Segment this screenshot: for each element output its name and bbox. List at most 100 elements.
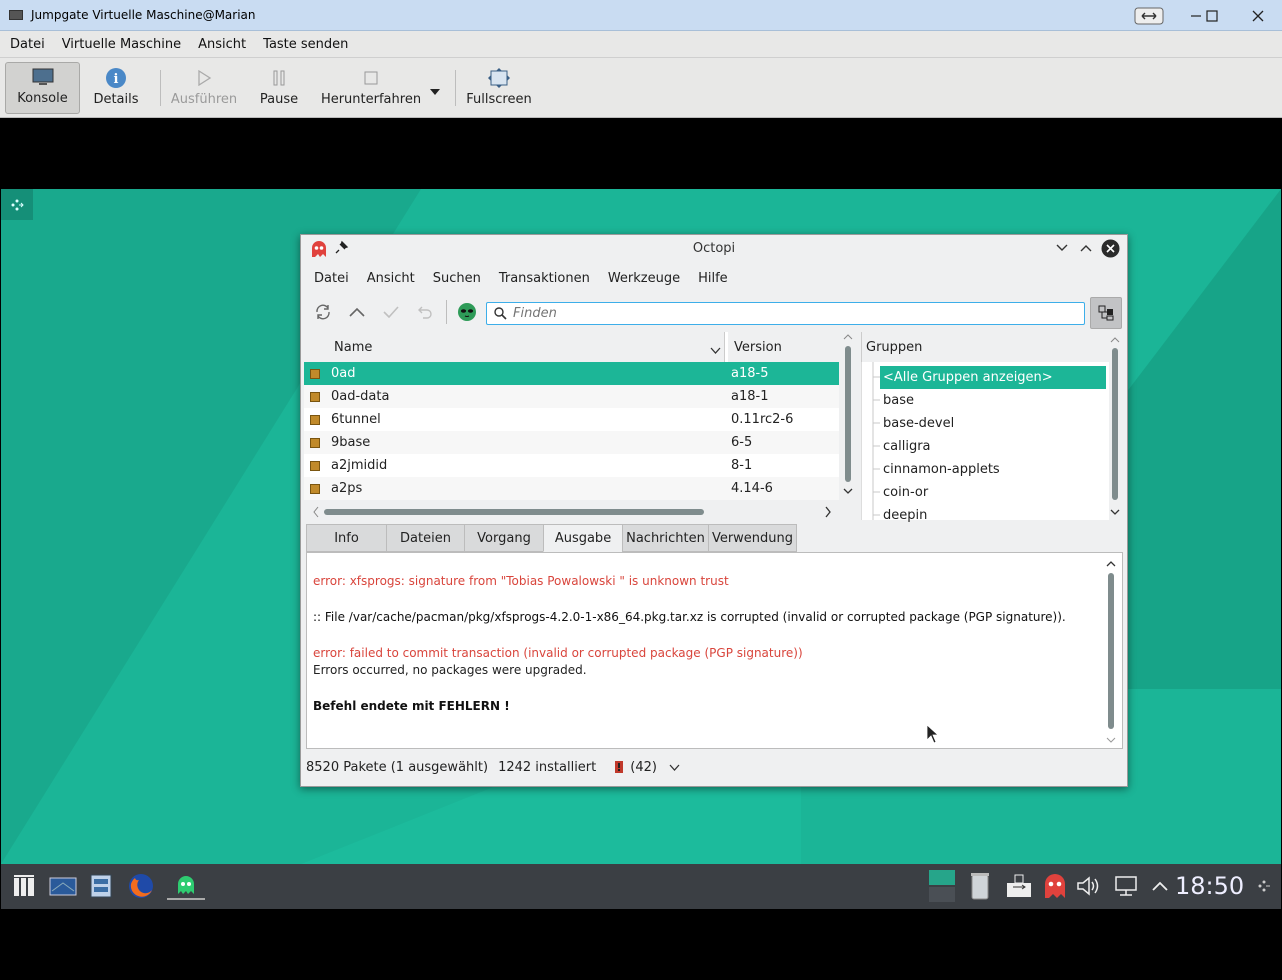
oct-menu-hilfe[interactable]: Hilfe [698,271,728,286]
virtual-desktop-pager[interactable] [927,869,957,903]
panel-toolbox-icon[interactable] [1255,872,1273,900]
search-box[interactable] [486,302,1085,325]
firefox-icon[interactable] [125,872,157,900]
ausfuehren-button[interactable]: Ausführen [167,62,241,114]
group-item[interactable]: cinnamon-applets [880,458,1106,481]
chevron-down-icon[interactable] [669,764,680,771]
show-groups-button[interactable] [1090,297,1122,329]
sync-icon[interactable] [312,301,334,323]
output-error-line: error: xfsprogs: signature from "Tobias … [313,574,729,588]
output-line: Errors occurred, no packages were upgrad… [313,663,587,677]
package-icon [310,414,320,425]
oct-menu-transaktionen[interactable]: Transaktionen [499,271,590,286]
output-vscrollbar[interactable] [1104,557,1118,746]
alien-icon[interactable] [456,301,478,323]
pause-label: Pause [259,92,299,107]
menu-datei[interactable]: Datei [6,37,52,52]
tab-dateien[interactable]: Dateien [386,524,465,552]
pause-button[interactable]: Pause [254,62,304,114]
vm-viewer-window: Jumpgate Virtuelle Maschine@Marian Datei… [0,0,1282,980]
search-input[interactable] [513,306,1073,321]
file-manager-icon[interactable] [87,872,115,900]
oct-menu-datei[interactable]: Datei [314,271,349,286]
maximize-icon[interactable] [1080,242,1092,257]
octopi-titlebar[interactable]: Octopi [301,235,1127,262]
package-row[interactable]: 0ad-data a18-1 [304,385,839,408]
group-item[interactable]: coin-or [880,481,1106,504]
octopi-window: Octopi Datei Ansicht Suchen Transaktione… [300,234,1128,787]
taskbar: 18:50 [1,864,1281,909]
tab-vorgang[interactable]: Vorgang [464,524,544,552]
play-icon [193,68,215,88]
octopi-title: Octopi [692,241,736,256]
application-launcher-icon[interactable] [10,872,38,900]
herunterfahren-label: Herunterfahren [320,92,422,107]
column-header-name[interactable]: Name [304,332,725,362]
tray-expand-icon[interactable] [1149,872,1171,900]
pin-icon[interactable] [335,240,349,258]
output-line: :: File /var/cache/pacman/pkg/xfsprogs-4… [313,610,1066,624]
group-item[interactable]: <Alle Gruppen anzeigen> [880,366,1106,389]
oct-menu-ansicht[interactable]: Ansicht [367,271,415,286]
network-icon[interactable] [1113,872,1141,900]
close-button[interactable] [1235,0,1281,31]
menu-ansicht[interactable]: Ansicht [194,37,253,52]
group-item[interactable]: base [880,389,1106,412]
menu-taste-senden[interactable]: Taste senden [259,37,355,52]
octopi-task-icon[interactable] [167,872,205,900]
updates-alert-icon[interactable] [614,761,624,773]
updates-count[interactable]: (42) [630,760,657,775]
group-item[interactable]: calligra [880,435,1106,458]
package-row[interactable]: 9base 6-5 [304,431,839,454]
package-row[interactable]: a2jmidid 8-1 [304,454,839,477]
tab-info[interactable]: Info [306,524,387,552]
rollback-icon[interactable] [414,301,436,323]
oct-menu-suchen[interactable]: Suchen [433,271,481,286]
clock[interactable]: 18:50 [1175,872,1244,900]
groups-icon [1098,305,1114,321]
volume-icon[interactable] [1075,872,1103,900]
oct-menu-werkzeuge[interactable]: Werkzeuge [608,271,680,286]
ausfuehren-label: Ausführen [170,92,238,107]
info-icon: i [105,68,127,88]
group-item[interactable]: base-devel [880,412,1106,435]
commit-icon[interactable] [380,301,402,323]
toolbar-separator [446,300,447,324]
sort-chevron-icon [710,343,721,358]
herunterfahren-button[interactable]: Herunterfahren [318,62,424,114]
desktop-toolbox-icon[interactable] [1,189,33,220]
details-button[interactable]: i Details [86,62,146,114]
groups-tree: <Alle Gruppen anzeigen> base base-devel … [861,362,1109,523]
fullscreen-button[interactable]: Fullscreen [462,62,536,114]
tab-nachrichten[interactable]: Nachrichten [622,524,709,552]
package-row[interactable]: 6tunnel 0.11rc2-6 [304,408,839,431]
close-icon[interactable] [1101,239,1120,262]
monitor-icon [32,67,54,87]
shutdown-dropdown-icon[interactable] [430,84,440,99]
package-row[interactable]: a2ps 4.14-6 [304,477,839,500]
package-list-hscrollbar[interactable] [304,503,839,521]
window-titlebar[interactable]: Jumpgate Virtuelle Maschine@Marian [0,0,1282,31]
window-title: Jumpgate Virtuelle Maschine@Marian [31,8,256,22]
groups-vscrollbar[interactable] [1109,332,1125,520]
column-header-version[interactable]: Version [728,332,839,362]
trash-icon[interactable] [967,872,993,900]
resize-icon[interactable] [1126,0,1172,31]
maximize-button[interactable] [1189,0,1235,31]
output-panel[interactable]: error: xfsprogs: signature from "Tobias … [306,552,1123,749]
menu-virtuelle-maschine[interactable]: Virtuelle Maschine [58,37,188,52]
octopi-notifier-icon[interactable] [1041,872,1069,900]
groups-header: Gruppen [861,332,1109,362]
tab-verwendung[interactable]: Verwendung [708,524,797,552]
desktop-pager-icon[interactable] [48,872,78,900]
usb-device-icon[interactable] [1003,872,1035,900]
upgrade-icon[interactable] [346,301,368,323]
tab-ausgabe[interactable]: Ausgabe [543,524,623,552]
konsole-button[interactable]: Konsole [5,62,80,114]
minimize-icon[interactable] [1056,242,1068,257]
package-row[interactable]: 0ad a18-5 [304,362,839,385]
status-installed-count: 1242 installiert [498,759,597,775]
package-list-vscrollbar[interactable] [840,332,856,500]
group-item[interactable]: deepin [880,504,1106,527]
package-icon [310,483,320,494]
